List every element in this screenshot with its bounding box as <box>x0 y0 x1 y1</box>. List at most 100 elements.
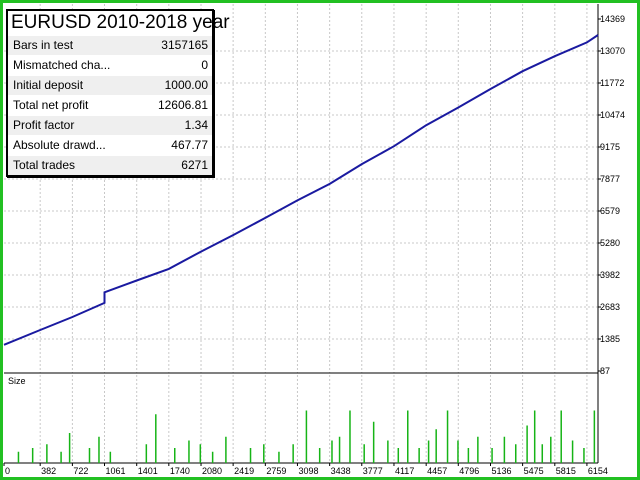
stat-value: 3157165 <box>161 38 208 52</box>
stat-value: 0 <box>201 58 208 72</box>
stat-value: 1.34 <box>184 118 208 132</box>
y-axis-ticks: 14369 13070 11772 10474 9175 7877 6579 5280 3982… <box>598 14 625 376</box>
x-tick-label: 1740 <box>170 466 190 476</box>
volume-bar <box>338 436 341 463</box>
stat-value: 6271 <box>181 158 208 172</box>
volume-bar <box>363 444 365 463</box>
x-tick-label: 3098 <box>298 466 318 476</box>
stat-row-total-trades: Total trades 6271 <box>8 155 212 175</box>
volume-bar <box>550 436 552 463</box>
size-panel-label: Size <box>8 376 26 386</box>
volume-bar <box>583 448 585 463</box>
volume-bar <box>533 410 536 463</box>
y-tick-label: 9175 <box>600 142 620 152</box>
y-tick-label: 7877 <box>600 174 620 184</box>
volume-bar <box>98 436 100 463</box>
x-tick-label: 2080 <box>202 466 222 476</box>
x-tick-label: 5475 <box>524 466 544 476</box>
x-tick-label: 722 <box>73 466 88 476</box>
y-tick-label: 6579 <box>600 206 620 216</box>
stat-label: Profit factor <box>13 118 75 132</box>
volume-bar <box>457 440 459 463</box>
volume-bar <box>477 436 479 463</box>
volume-bar <box>305 410 308 463</box>
volume-bar <box>407 410 409 463</box>
stats-table: Bars in test 3157165 Mismatched cha... 0… <box>8 35 212 175</box>
volume-bar <box>435 429 437 463</box>
x-tick-label: 5815 <box>556 466 576 476</box>
panel-title: EURUSD 2010-2018 year <box>11 12 230 33</box>
volume-bar <box>372 421 375 463</box>
stat-label: Total trades <box>13 158 76 172</box>
x-tick-label: 0 <box>5 466 10 476</box>
x-tick-label: 4796 <box>459 466 479 476</box>
stat-value: 1000.00 <box>164 78 208 92</box>
x-tick-label: 2759 <box>266 466 286 476</box>
x-tick-label: 4117 <box>395 466 414 476</box>
volume-bar <box>526 425 528 463</box>
x-axis-ticks: 0 382 722 1061 1401 1740 2080 2419 2759 3098 3438 3… <box>3 463 608 476</box>
volume-bar <box>467 448 470 463</box>
volume-bar <box>46 444 48 463</box>
stat-row-profit-factor: Profit factor 1.34 <box>8 115 212 135</box>
volume-bar <box>225 436 227 463</box>
volume-bar <box>31 448 34 463</box>
stat-label: Bars in test <box>13 38 74 52</box>
volume-bar <box>593 410 596 463</box>
stat-label: Absolute drawd... <box>13 138 106 152</box>
volume-bar <box>292 444 294 463</box>
volume-bar <box>249 448 252 463</box>
stat-label: Total net profit <box>13 98 89 112</box>
y-tick-label: 2683 <box>600 302 620 312</box>
x-tick-label: 3438 <box>331 466 351 476</box>
volume-bar <box>278 451 280 463</box>
stat-value: 467.77 <box>171 138 208 152</box>
volume-bar <box>349 410 351 463</box>
stat-label: Initial deposit <box>13 78 84 92</box>
volume-bar <box>145 444 148 463</box>
volume-bar <box>427 440 430 463</box>
volume-bar <box>68 433 71 463</box>
volume-bar <box>211 451 214 463</box>
stat-value: 12606.81 <box>157 98 208 112</box>
stat-row-total-net-profit: Total net profit 12606.81 <box>8 95 212 115</box>
volume-bar <box>199 444 202 463</box>
y-tick-label: 14369 <box>600 14 625 24</box>
volume-bar <box>503 436 506 463</box>
volume-bar <box>571 440 574 463</box>
volume-bar <box>17 451 20 463</box>
volume-bar <box>263 444 265 463</box>
stat-row-initial-deposit: Initial deposit 1000.00 <box>8 75 212 95</box>
volume-bar <box>109 451 112 463</box>
volume-bar <box>397 448 400 463</box>
volume-bar <box>331 440 333 463</box>
x-tick-label: 1401 <box>138 466 158 476</box>
volume-bar <box>155 414 157 463</box>
x-tick-label: 6154 <box>588 466 608 476</box>
y-tick-label: 10474 <box>600 110 625 120</box>
y-tick-label: 87 <box>600 366 610 376</box>
volume-bar <box>446 410 449 463</box>
x-tick-label: 2419 <box>234 466 254 476</box>
volume-bar <box>318 448 321 463</box>
volume-bar <box>560 410 562 463</box>
y-tick-label: 13070 <box>600 46 625 56</box>
volume-bar <box>88 448 91 463</box>
volume-bar <box>514 444 517 463</box>
y-tick-label: 5280 <box>600 238 620 248</box>
info-panel: EURUSD 2010-2018 year Bars in test 31571… <box>6 9 230 177</box>
x-tick-label: 382 <box>41 466 56 476</box>
y-tick-label: 11772 <box>600 78 624 88</box>
volume-bar <box>491 448 493 463</box>
volume-bar <box>387 440 389 463</box>
x-tick-label: 3777 <box>363 466 383 476</box>
stat-label: Mismatched cha... <box>13 58 111 72</box>
volume-bar <box>60 451 62 463</box>
stat-row-absolute-drawdown: Absolute drawd... 467.77 <box>8 135 212 155</box>
stat-row-bars-in-test: Bars in test 3157165 <box>8 35 212 55</box>
volume-bar <box>188 440 190 463</box>
x-tick-label: 1061 <box>105 466 125 476</box>
volume-bar <box>418 448 420 463</box>
x-tick-label: 5136 <box>491 466 511 476</box>
volume-bar <box>173 448 176 463</box>
